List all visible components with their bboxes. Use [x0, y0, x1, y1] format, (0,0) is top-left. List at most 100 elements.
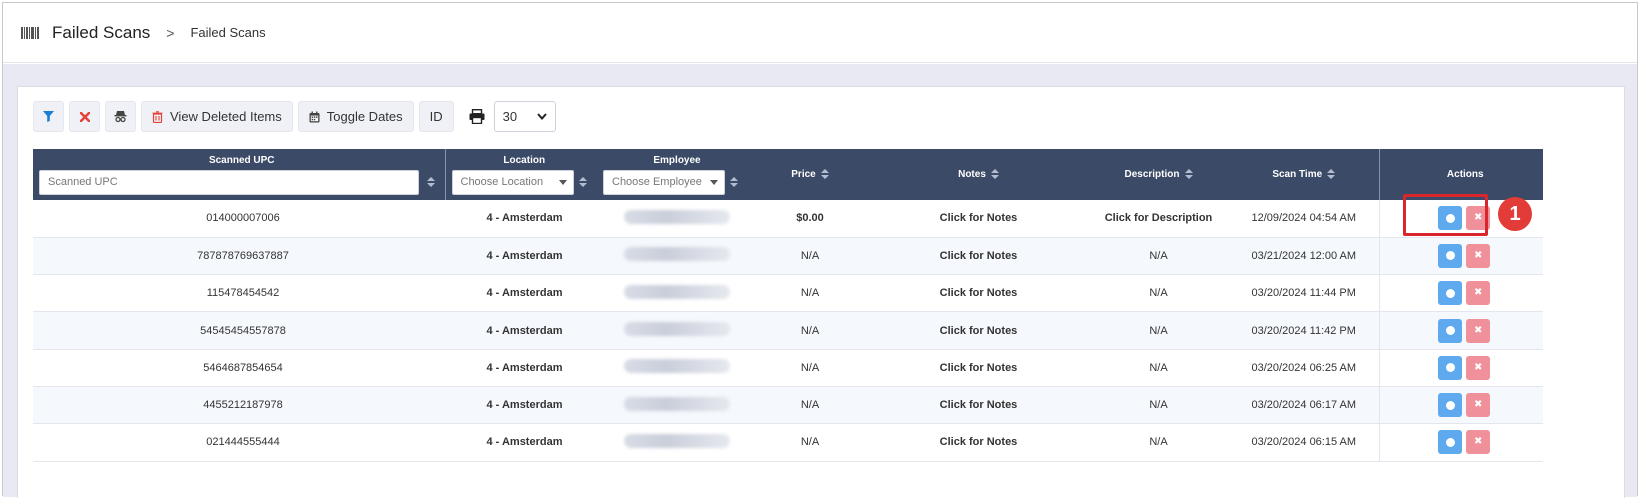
- sort-icon: [990, 169, 999, 180]
- redacted-employee-name: [623, 322, 730, 337]
- employee-filter-select[interactable]: Choose Employee: [603, 169, 725, 195]
- clear-filters-button[interactable]: [69, 101, 100, 132]
- cell-actions: ✖: [1378, 423, 1543, 462]
- cell-location: 4 - Amsterdam: [445, 237, 597, 276]
- table-row: 014000007006 4 - Amsterdam $0.00 Click for …: [33, 200, 1543, 238]
- toggle-dates-button[interactable]: Toggle Dates: [297, 101, 414, 132]
- cell-description: N/A: [1088, 386, 1229, 425]
- column-description[interactable]: Description: [1088, 149, 1229, 200]
- dot-icon: [1445, 400, 1455, 410]
- column-actions: Actions: [1379, 149, 1543, 200]
- content-area: View Deleted Items Toggle Dates ID 30 Sc…: [3, 64, 1637, 498]
- caret-down-icon: [558, 179, 567, 185]
- table-row: 54545454557878 4 - Amsterdam N/A Click for …: [33, 311, 1543, 350]
- page-size-select[interactable]: 30: [493, 101, 556, 132]
- trash-icon: [152, 110, 163, 123]
- cell-notes-link[interactable]: Click for Notes: [869, 274, 1088, 313]
- close-icon: ✖: [1474, 361, 1483, 373]
- view-button[interactable]: [1438, 393, 1463, 418]
- cell-actions: ✖: [1378, 274, 1543, 313]
- cell-upc: 787878769637887: [33, 237, 445, 276]
- column-employee[interactable]: Employee Choose Employee: [597, 149, 751, 200]
- table-panel: View Deleted Items Toggle Dates ID 30 Sc…: [17, 86, 1625, 498]
- cell-scan-time: 03/20/2024 06:17 AM: [1229, 386, 1379, 425]
- incognito-button[interactable]: [105, 101, 136, 132]
- delete-button[interactable]: ✖: [1466, 430, 1491, 455]
- delete-button[interactable]: ✖: [1466, 318, 1491, 343]
- table-row: 787878769637887 4 - Amsterdam N/A Click for…: [33, 237, 1543, 276]
- cell-location: 4 - Amsterdam: [445, 274, 597, 313]
- cell-description: N/A: [1088, 237, 1229, 276]
- cell-notes-link[interactable]: Click for Notes: [869, 200, 1088, 238]
- cell-description[interactable]: Click for Description: [1088, 200, 1229, 238]
- cell-upc: 4455212187978: [33, 386, 445, 425]
- sort-icon[interactable]: [730, 177, 738, 187]
- delete-button[interactable]: ✖: [1466, 393, 1491, 418]
- scanned-upc-filter-input[interactable]: Scanned UPC: [39, 169, 419, 195]
- cell-scan-time: 12/09/2024 04:54 AM: [1229, 200, 1379, 238]
- cell-employee: [597, 311, 751, 350]
- cell-price: N/A: [751, 274, 869, 313]
- view-button[interactable]: [1438, 430, 1463, 455]
- chevron-down-icon: [536, 113, 547, 120]
- column-notes[interactable]: Notes: [869, 149, 1088, 200]
- cell-notes-link[interactable]: Click for Notes: [869, 237, 1088, 276]
- cell-scan-time: 03/20/2024 06:25 AM: [1229, 349, 1379, 387]
- cell-notes-link[interactable]: Click for Notes: [869, 349, 1088, 387]
- dot-icon: [1445, 437, 1455, 447]
- redacted-employee-name: [623, 284, 730, 299]
- cell-notes-link[interactable]: Click for Notes: [869, 311, 1088, 350]
- dot-icon: [1445, 326, 1455, 336]
- dot-icon: [1445, 213, 1455, 223]
- step-marker: 1: [1498, 197, 1532, 231]
- delete-button[interactable]: ✖: [1466, 243, 1491, 268]
- view-button[interactable]: [1438, 243, 1463, 268]
- cell-upc: 021444555444: [33, 423, 445, 462]
- view-deleted-button[interactable]: View Deleted Items: [141, 101, 293, 132]
- view-button[interactable]: [1438, 281, 1463, 306]
- cell-notes-link[interactable]: Click for Notes: [869, 423, 1088, 462]
- cell-employee: [597, 423, 751, 462]
- cell-employee: [597, 349, 751, 387]
- breadcrumb-separator-icon: >: [166, 24, 175, 41]
- close-icon: ✖: [1474, 324, 1483, 336]
- cell-location: 4 - Amsterdam: [445, 423, 597, 462]
- cell-price: N/A: [751, 386, 869, 425]
- cell-upc: 54545454557878: [33, 311, 445, 350]
- view-button[interactable]: [1438, 318, 1463, 343]
- failed-scans-table: Scanned UPC Scanned UPC Location Choose …: [33, 149, 1543, 462]
- view-button[interactable]: [1438, 206, 1463, 231]
- breadcrumb[interactable]: Failed Scans: [190, 25, 265, 40]
- sort-icon[interactable]: [427, 177, 435, 187]
- column-scanned-upc[interactable]: Scanned UPC Scanned UPC: [33, 149, 446, 200]
- column-price[interactable]: Price: [751, 149, 869, 200]
- filter-icon: [43, 111, 54, 122]
- cell-employee: [597, 386, 751, 425]
- location-filter-select[interactable]: Choose Location: [451, 169, 574, 195]
- sort-icon[interactable]: [578, 177, 587, 187]
- delete-button[interactable]: ✖: [1466, 206, 1491, 231]
- cell-description: N/A: [1088, 311, 1229, 350]
- page-header: Failed Scans > Failed Scans: [3, 3, 1637, 63]
- cell-price: N/A: [751, 423, 869, 462]
- cell-employee: [597, 200, 751, 238]
- delete-button[interactable]: ✖: [1466, 281, 1491, 306]
- table-row: 021444555444 4 - Amsterdam N/A Click for No…: [33, 423, 1543, 462]
- cell-description: N/A: [1088, 349, 1229, 387]
- close-icon: ✖: [1474, 212, 1483, 224]
- delete-button[interactable]: ✖: [1466, 355, 1491, 380]
- print-icon[interactable]: [465, 101, 489, 132]
- column-location[interactable]: Location Choose Location: [445, 149, 597, 200]
- cell-location: 4 - Amsterdam: [445, 311, 597, 350]
- cell-price: N/A: [751, 237, 869, 276]
- cell-location: 4 - Amsterdam: [445, 200, 597, 238]
- cell-actions: ✖: [1378, 237, 1543, 276]
- filter-button[interactable]: [33, 101, 64, 132]
- view-button[interactable]: [1438, 355, 1463, 380]
- cell-notes-link[interactable]: Click for Notes: [869, 386, 1088, 425]
- table-header-row: Scanned UPC Scanned UPC Location Choose …: [33, 149, 1543, 200]
- column-scan-time[interactable]: Scan Time: [1229, 149, 1380, 200]
- calendar-icon: [309, 111, 320, 123]
- id-button[interactable]: ID: [418, 101, 454, 132]
- cell-actions: ✖: [1378, 349, 1543, 387]
